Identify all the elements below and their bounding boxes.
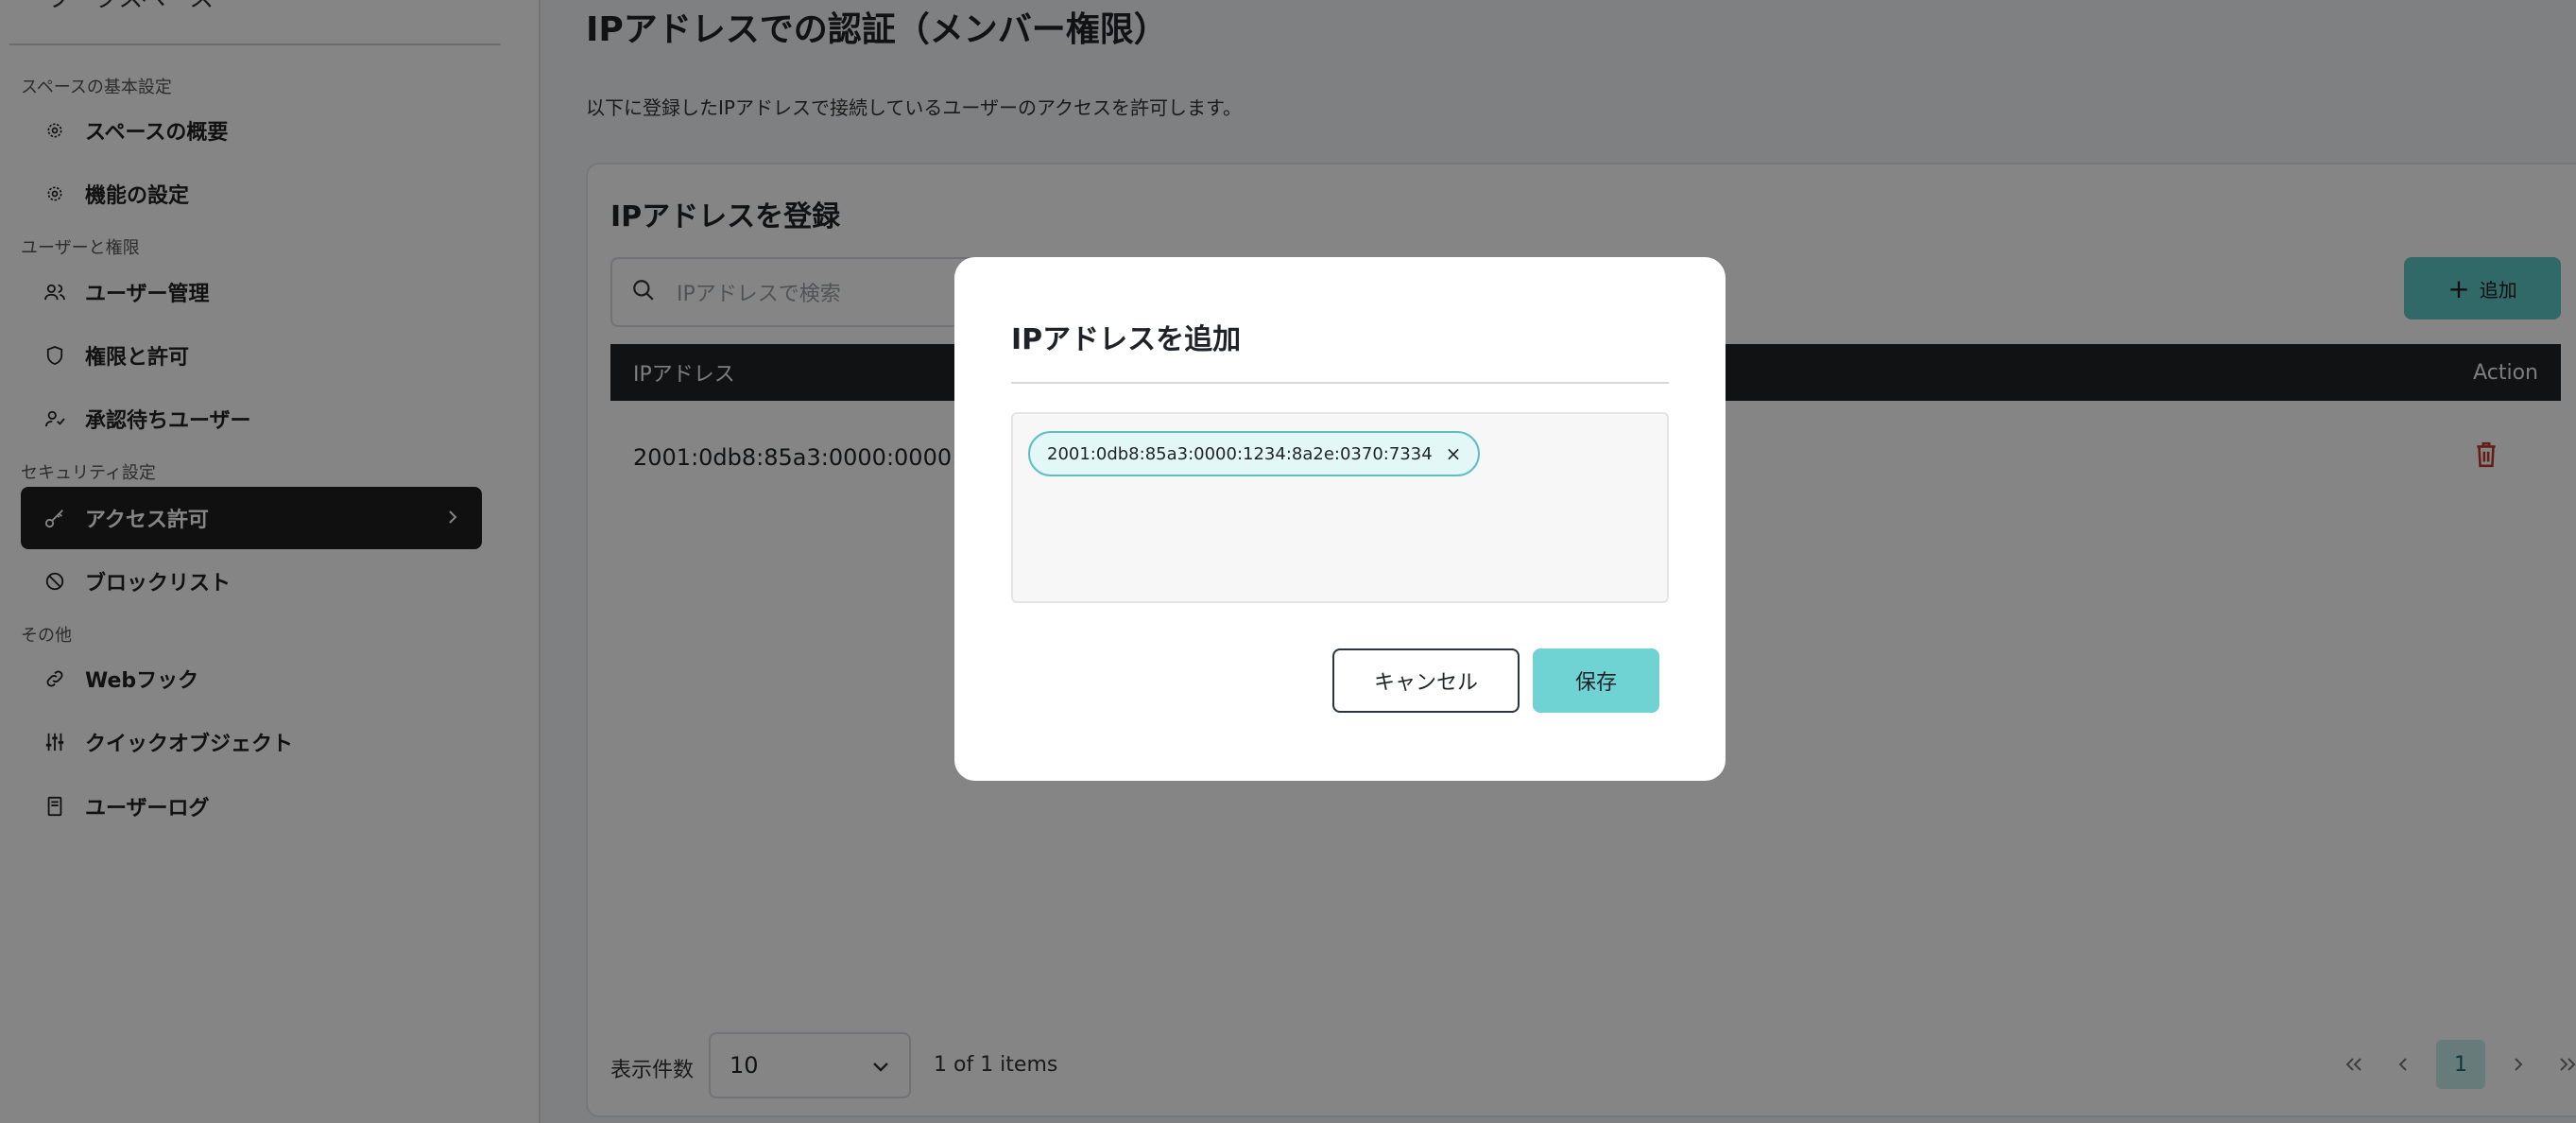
close-icon[interactable]: × xyxy=(1446,442,1462,465)
save-button[interactable]: 保存 xyxy=(1533,648,1659,713)
cancel-button[interactable]: キャンセル xyxy=(1332,648,1520,713)
ip-chip-label: 2001:0db8:85a3:0000:1234:8a2e:0370:7334 xyxy=(1047,443,1433,464)
divider xyxy=(1011,382,1669,384)
ip-tag-input[interactable]: 2001:0db8:85a3:0000:1234:8a2e:0370:7334 … xyxy=(1011,412,1669,603)
add-ip-modal: IPアドレスを追加 2001:0db8:85a3:0000:1234:8a2e:… xyxy=(954,257,1726,781)
modal-title: IPアドレスを追加 xyxy=(1011,323,1242,356)
ip-chip: 2001:0db8:85a3:0000:1234:8a2e:0370:7334 … xyxy=(1028,431,1481,476)
